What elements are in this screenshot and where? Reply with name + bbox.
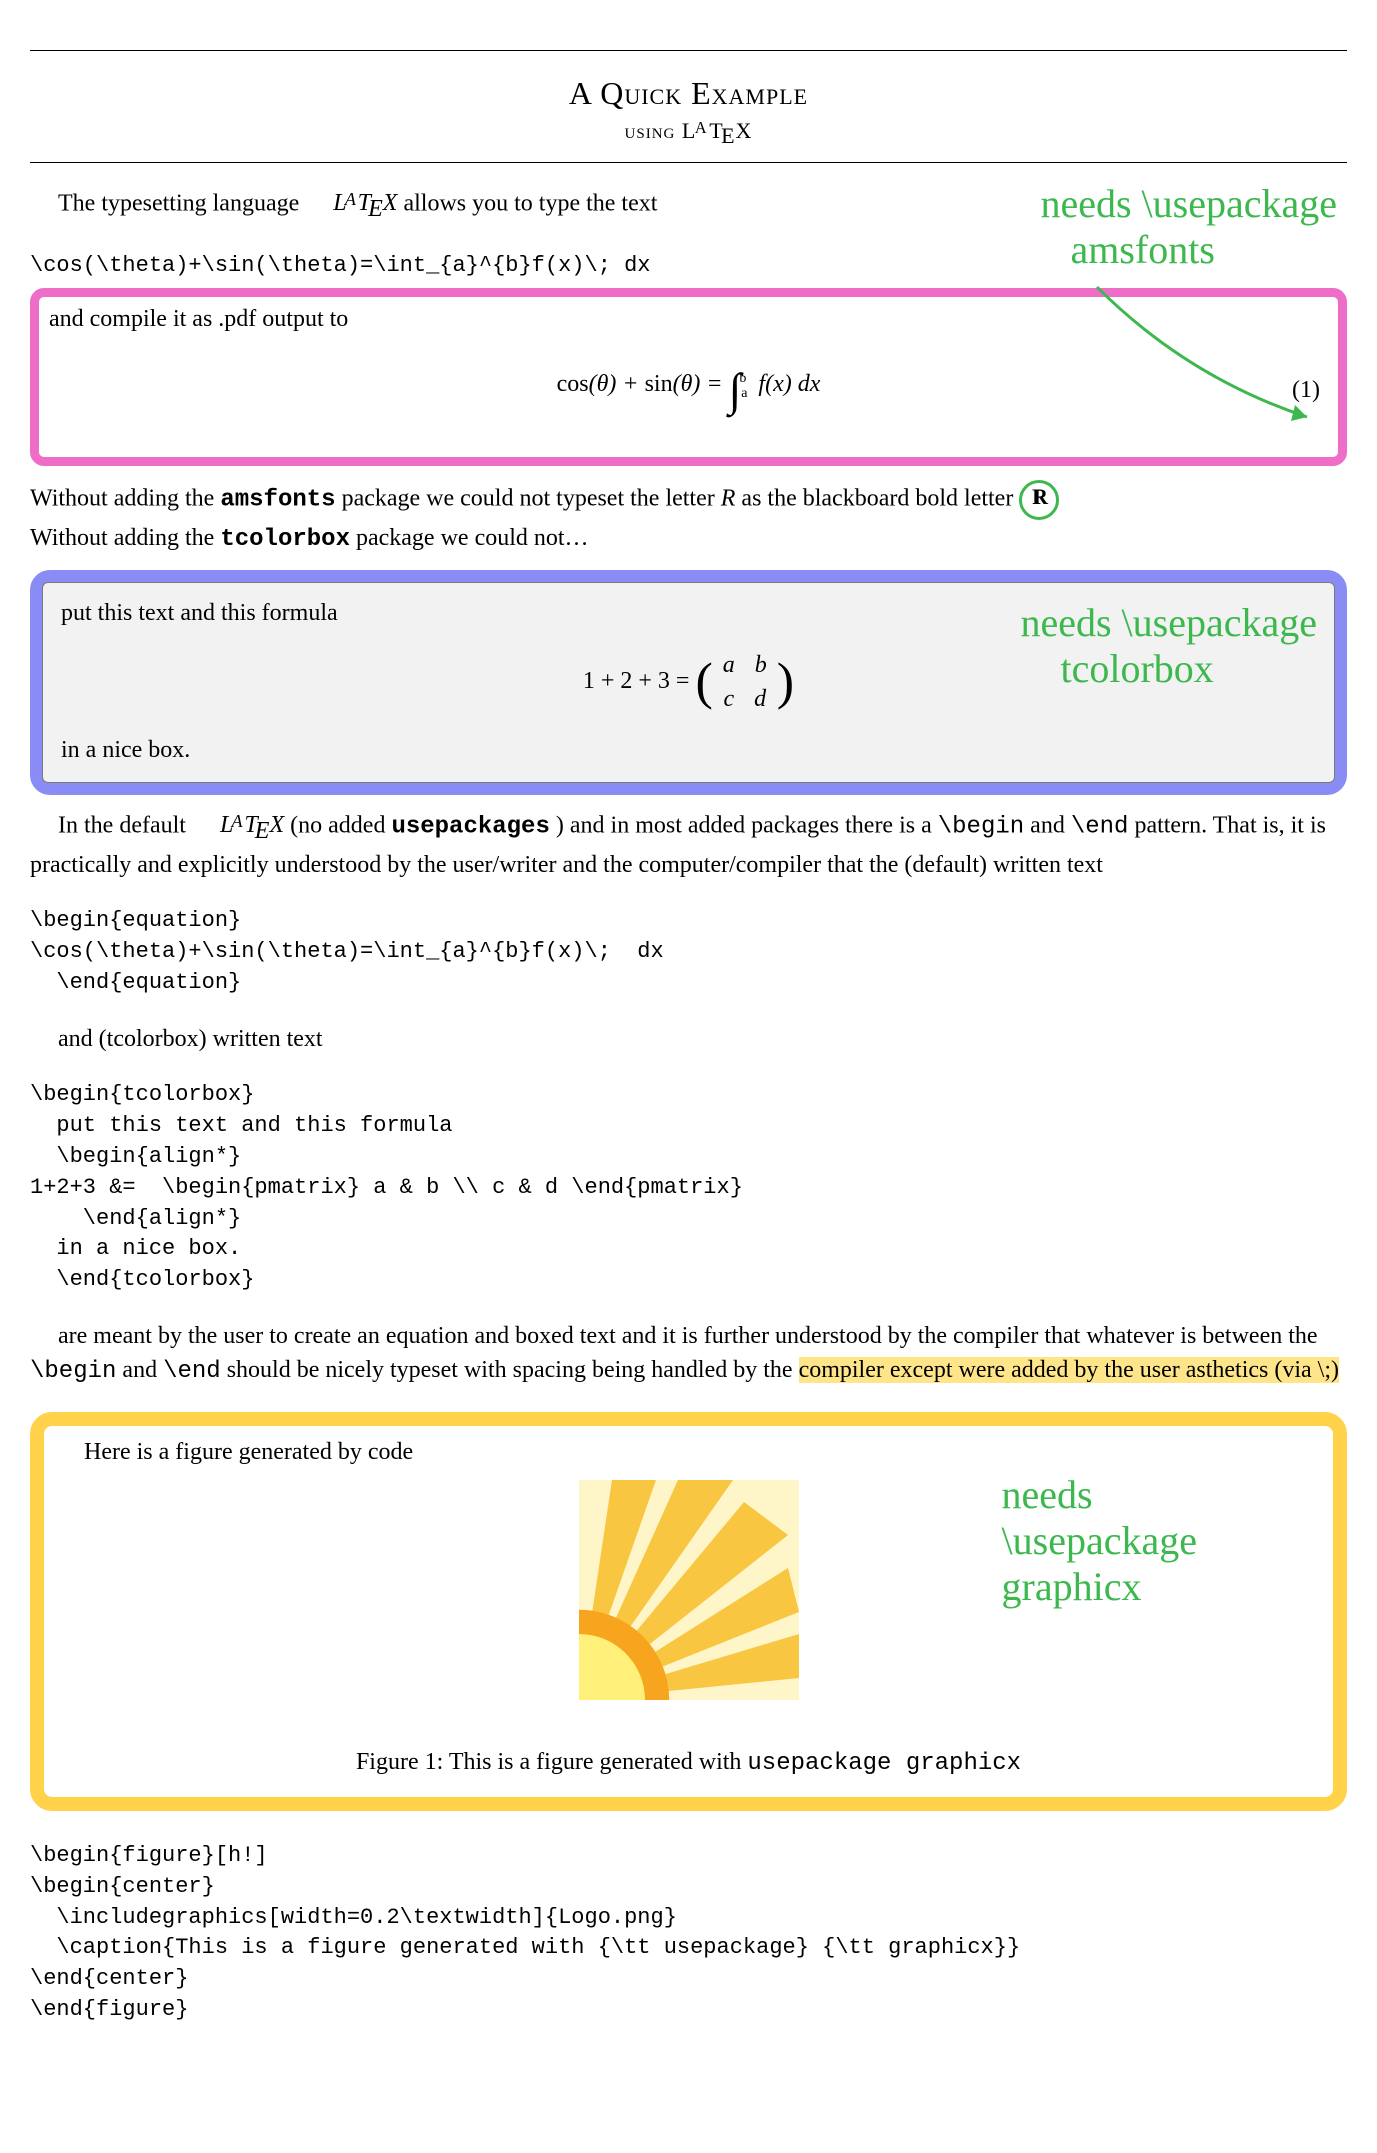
tbox-top: put this text and this formula [61, 597, 1316, 631]
equation-1: cos(θ) + sin(θ) = ∫ab f(x) dx (1) [49, 358, 1328, 422]
cap-pkg: usepackage graphicx [747, 1750, 1021, 1777]
matrix-equation: 1 + 2 + 3 = ( ab cd ) [61, 649, 1316, 716]
code-block-equation: \begin{equation} \cos(\theta)+\sin(\thet… [30, 906, 1347, 998]
be-mid: (no added [290, 812, 391, 838]
code-block-tcolorbox: \begin{tcolorbox} put this text and this… [30, 1080, 1347, 1296]
tcolor-pkg: tcolorbox [220, 526, 350, 553]
amsfonts-pre: Without adding the [30, 485, 220, 511]
page: { "title": { "main": "A Quick Example", … [30, 50, 1347, 2026]
figure-section: Here is a figure generated by code [30, 1412, 1347, 1811]
meant-para: are meant by the user to create an equat… [30, 1320, 1347, 1388]
be-begin: \begin [938, 813, 1024, 840]
figure-intro-line: Here is a figure generated by code [56, 1436, 1321, 1470]
m-b: b [755, 649, 767, 683]
figure-caption: Figure 1: This is a figure generated wit… [56, 1746, 1321, 1781]
amsfonts-mid: package we could not typeset the letter [342, 485, 721, 511]
meant-end: \end [163, 1358, 221, 1385]
tcolorbox: put this text and this formula 1 + 2 + 3… [42, 582, 1335, 782]
m-d: d [754, 683, 766, 717]
sun-image [579, 1480, 799, 1700]
cap-pre: Figure 1: This is a figure generated wit… [356, 1749, 747, 1775]
matrix-lhs: 1 + 2 + 3 = [583, 668, 690, 694]
m-c: c [723, 683, 734, 717]
compile-line: and compile it as .pdf output to [49, 303, 1328, 337]
title-rule [30, 162, 1347, 163]
intro-post: allows you to type the text [403, 190, 657, 216]
title-block: A Quick Example using LATEX [30, 71, 1347, 152]
intro-para: The typesetting language LATEX allows yo… [30, 187, 1347, 227]
letter-r-italic: R [721, 485, 736, 511]
be-end: \end [1071, 813, 1129, 840]
amsfonts-pkg: amsfonts [220, 486, 335, 513]
latex-logo-inline: LATEX [305, 187, 397, 227]
tbox-bottom: in a nice box. [61, 734, 1316, 768]
blackboard-r-circled: R [1019, 480, 1059, 520]
be-pre: In the default [58, 812, 192, 838]
meant-begin: \begin [30, 1358, 116, 1385]
top-rule [30, 50, 1347, 51]
intro-section: The typesetting language LATEX allows yo… [30, 187, 1347, 466]
latex-logo-inline2: LATEX [192, 809, 284, 849]
begin-end-para: In the default LATEX (no added usepackag… [30, 809, 1347, 883]
title-sub: using LATEX [30, 116, 1347, 152]
m-a: a [723, 649, 735, 683]
sub-using: using [625, 118, 682, 143]
tcolor-post: package we could not… [356, 525, 589, 551]
blue-highlight-box: put this text and this formula 1 + 2 + 3… [30, 570, 1347, 794]
amsfonts-para: Without adding the amsfonts package we c… [30, 480, 1347, 520]
code-inline-eq: \cos(\theta)+\sin(\theta)=\int_{a}^{b}f(… [30, 251, 1347, 282]
be-after: ) and in most added packages there is a [556, 812, 938, 838]
pink-highlight-box: and compile it as .pdf output to cos(θ) … [30, 288, 1347, 466]
title-main: A Quick Example [30, 71, 1347, 116]
meant-mid: should be nicely typeset with spacing be… [227, 1357, 799, 1383]
tcolorbox-para: Without adding the tcolorbox package we … [30, 522, 1347, 557]
code-block-figure: \begin{figure}[h!] \begin{center} \inclu… [30, 1841, 1347, 2026]
amsfonts-post: as the blackboard bold letter [741, 485, 1019, 511]
be-pkg: usepackages [391, 813, 549, 840]
intro-pre: The typesetting language [58, 190, 305, 216]
be-and: and [1030, 812, 1071, 838]
meant-highlight: compiler except were added by the user a… [799, 1357, 1339, 1383]
yellow-highlight-box: Here is a figure generated by code [30, 1412, 1347, 1811]
tcolor-pre: Without adding the [30, 525, 220, 551]
tcbox-written: and (tcolorbox) written text [30, 1023, 1347, 1057]
figure-area [56, 1480, 1321, 1711]
tcolorbox-section: put this text and this formula 1 + 2 + 3… [30, 570, 1347, 794]
meant-pre: are meant by the user to create an equat… [58, 1323, 1318, 1349]
eq-number: (1) [1292, 374, 1320, 408]
meant-and: and [122, 1357, 163, 1383]
latex-logo: LATEX [682, 116, 753, 152]
title-text: A Quick Example [569, 75, 808, 111]
